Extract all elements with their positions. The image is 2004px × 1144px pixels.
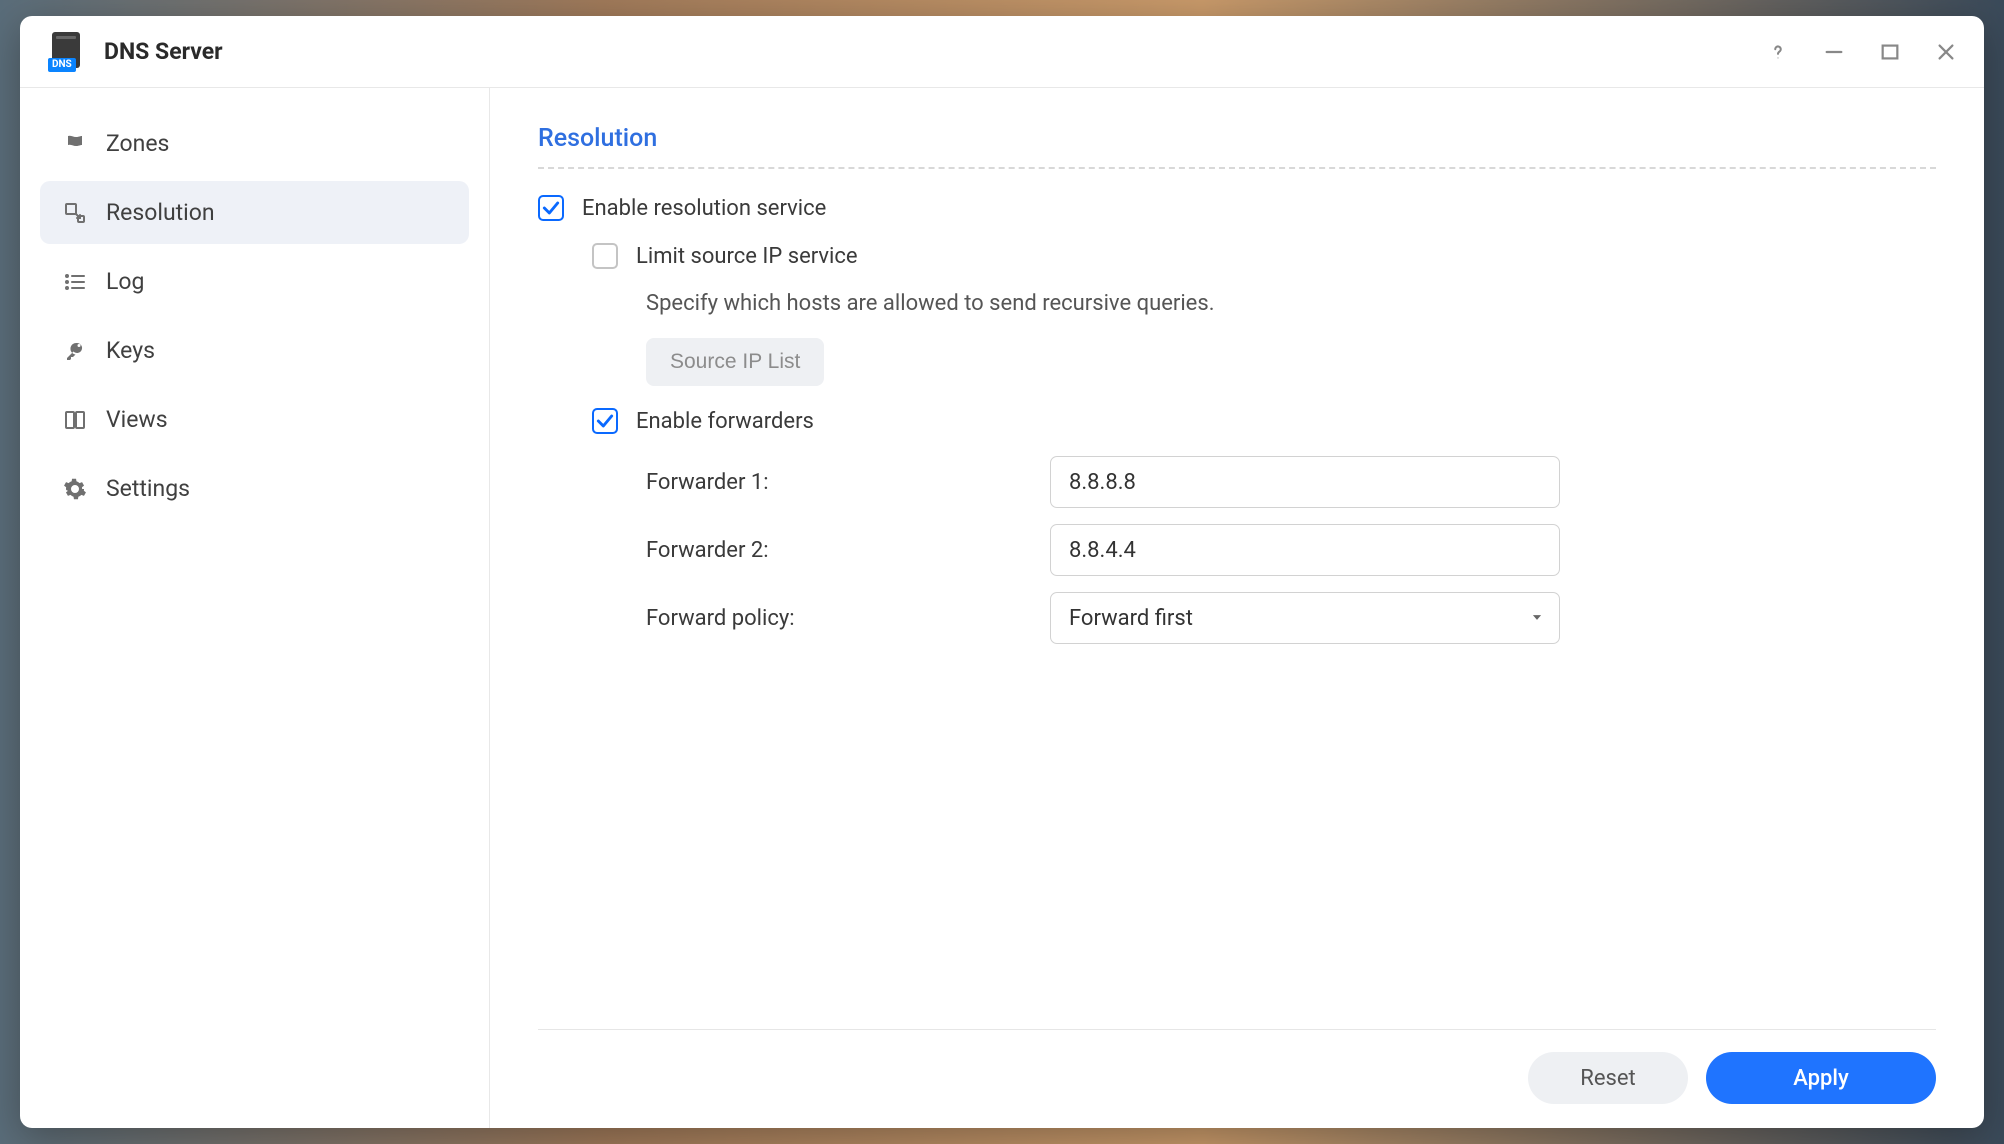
enable-forwarders-label: Enable forwarders [636, 409, 814, 434]
minimize-button[interactable] [1820, 38, 1848, 66]
flag-icon [62, 131, 88, 157]
sidebar-item-label: Resolution [106, 199, 215, 226]
enable-forwarders-row: Enable forwarders [592, 408, 1936, 434]
list-icon [62, 269, 88, 295]
source-ip-list-row: Source IP List [646, 338, 1936, 386]
sidebar-item-views[interactable]: Views [40, 388, 469, 451]
sidebar-item-label: Settings [106, 475, 190, 502]
limit-help-text: Specify which hosts are allowed to send … [646, 291, 1215, 316]
limit-source-ip-row: Limit source IP service [592, 243, 1936, 269]
titlebar-left: DNS DNS Server [48, 32, 223, 72]
window-controls [1764, 38, 1960, 66]
app-icon: DNS [48, 32, 88, 72]
enable-resolution-checkbox[interactable] [538, 195, 564, 221]
source-ip-list-button[interactable]: Source IP List [646, 338, 824, 386]
forwarder1-input[interactable] [1050, 456, 1560, 508]
key-icon [62, 338, 88, 364]
forward-policy-label: Forward policy: [646, 606, 1050, 631]
sidebar-item-label: Views [106, 406, 168, 433]
form-area: Enable resolution service Limit source I… [538, 195, 1936, 1029]
apply-button[interactable]: Apply [1706, 1052, 1936, 1104]
sidebar-item-label: Zones [106, 130, 169, 157]
sidebar-item-label: Log [106, 268, 144, 295]
limit-source-ip-checkbox[interactable] [592, 243, 618, 269]
forwarder2-input[interactable] [1050, 524, 1560, 576]
limit-help-row: Specify which hosts are allowed to send … [646, 291, 1936, 316]
forward-policy-select[interactable]: Forward first [1050, 592, 1560, 644]
resolution-icon [62, 200, 88, 226]
forwarder2-row: Forwarder 2: [592, 524, 1936, 576]
forwarder1-label: Forwarder 1: [646, 470, 1050, 495]
reset-button[interactable]: Reset [1528, 1052, 1688, 1104]
sidebar-item-resolution[interactable]: Resolution [40, 181, 469, 244]
window: DNS DNS Server [20, 16, 1984, 1128]
content: Resolution Enable resolution service Lim… [490, 88, 1984, 1128]
maximize-button[interactable] [1876, 38, 1904, 66]
forwarder2-label: Forwarder 2: [646, 538, 1050, 563]
footer: Reset Apply [538, 1029, 1936, 1104]
section-title: Resolution [538, 124, 1936, 169]
sidebar-item-keys[interactable]: Keys [40, 319, 469, 382]
limit-source-ip-label: Limit source IP service [636, 244, 858, 269]
app-title: DNS Server [104, 38, 223, 65]
sidebar: Zones Resolution Log Keys [20, 88, 490, 1128]
help-button[interactable] [1764, 38, 1792, 66]
views-icon [62, 407, 88, 433]
sidebar-item-zones[interactable]: Zones [40, 112, 469, 175]
titlebar: DNS DNS Server [20, 16, 1984, 88]
enable-resolution-label: Enable resolution service [582, 196, 826, 221]
sidebar-item-label: Keys [106, 337, 155, 364]
gear-icon [62, 476, 88, 502]
forward-policy-value: Forward first [1069, 606, 1193, 631]
forward-policy-row: Forward policy: Forward first [592, 592, 1936, 644]
sidebar-item-settings[interactable]: Settings [40, 457, 469, 520]
enable-resolution-row: Enable resolution service [538, 195, 1936, 221]
enable-forwarders-checkbox[interactable] [592, 408, 618, 434]
body: Zones Resolution Log Keys [20, 88, 1984, 1128]
forwarder1-row: Forwarder 1: [592, 456, 1936, 508]
close-button[interactable] [1932, 38, 1960, 66]
sidebar-item-log[interactable]: Log [40, 250, 469, 313]
